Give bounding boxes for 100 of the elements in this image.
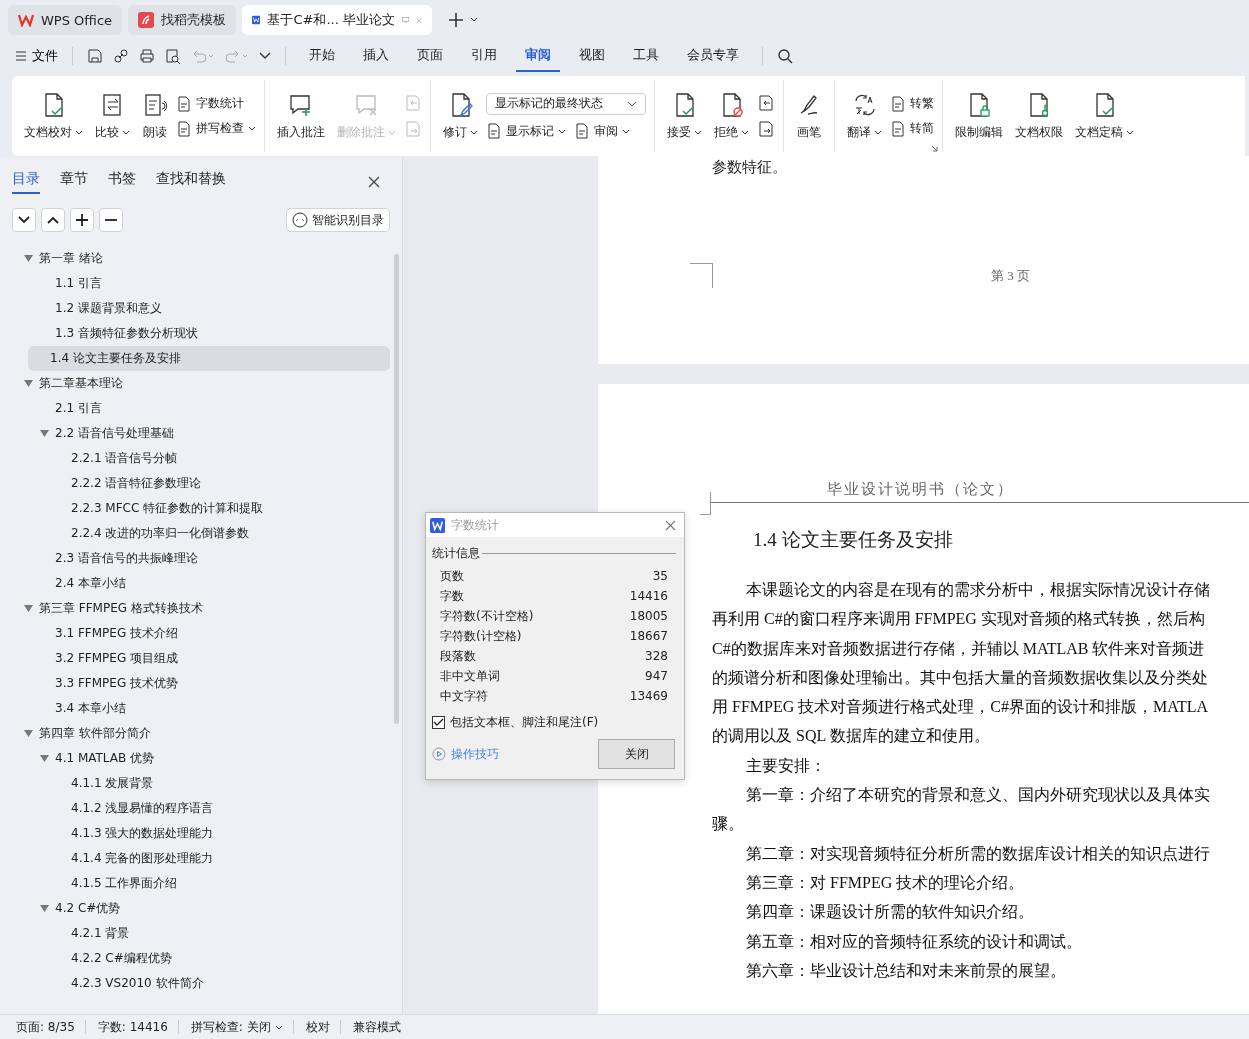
ribbon-button[interactable]: 拒绝: [710, 89, 753, 143]
outline-item[interactable]: 2.4 本章小结: [0, 571, 390, 596]
file-menu-button[interactable]: 文件: [16, 47, 58, 65]
dialog-launcher-icon[interactable]: [931, 145, 938, 152]
document-arrow-icon[interactable]: [757, 94, 775, 112]
ribbon-tab[interactable]: 插入: [354, 40, 398, 72]
smart-toc-button[interactable]: 智能识别目录: [286, 208, 390, 232]
ribbon-button[interactable]: 修订: [439, 89, 482, 143]
ribbon-button[interactable]: 文档权限: [1011, 89, 1067, 143]
markup-display-dropdown[interactable]: 显示标记的最终状态: [486, 92, 646, 115]
ribbon-small-button[interactable]: 转简: [890, 120, 934, 137]
ribbon-tab[interactable]: 审阅: [516, 40, 560, 72]
new-tab-icon[interactable]: [448, 12, 479, 28]
outline-item[interactable]: 第二章基本理论: [0, 371, 390, 396]
checkbox[interactable]: [432, 716, 445, 729]
ribbon-tab[interactable]: 工具: [624, 40, 668, 72]
ribbon-small-button[interactable]: 字数统计: [176, 95, 256, 112]
print-preview-icon[interactable]: [165, 48, 181, 64]
outline-item[interactable]: 3.4 本章小结: [0, 696, 390, 721]
ribbon-button[interactable]: 文档定稿: [1071, 89, 1138, 143]
ribbon-button[interactable]: 翻译: [843, 89, 886, 143]
outline-item[interactable]: 1.3 音频特征参数分析现状: [0, 321, 390, 346]
ribbon-tab[interactable]: 会员专享: [678, 40, 748, 72]
link-icon[interactable]: [113, 48, 129, 64]
outline-item[interactable]: 3.1 FFMPEG 技术介绍: [0, 621, 390, 646]
outline-item[interactable]: 第四章 软件部分简介: [0, 721, 390, 746]
expand-arrow-icon[interactable]: [24, 255, 33, 262]
outline-item[interactable]: 4.1.5 工作界面介绍: [0, 871, 390, 896]
search-icon[interactable]: [777, 48, 793, 64]
outline-item[interactable]: 4.2.1 背景: [0, 921, 390, 946]
ribbon-button[interactable]: 限制编辑: [951, 89, 1007, 143]
outline-item[interactable]: 1.2 课题背景和意义: [0, 296, 390, 321]
ribbon-small-button[interactable]: 转繁: [890, 95, 934, 112]
outline-item[interactable]: 3.2 FFMPEG 项目组成: [0, 646, 390, 671]
outline-item[interactable]: 1.4 论文主要任务及安排: [28, 346, 390, 371]
ribbon-tab[interactable]: 视图: [570, 40, 614, 72]
outline-item[interactable]: 2.2.3 MFCC 特征参数的计算和提取: [0, 496, 390, 521]
ribbon-small-button[interactable]: 显示标记: [486, 122, 566, 140]
tips-link[interactable]: 操作技巧: [432, 745, 499, 763]
document-arrow-icon[interactable]: [757, 120, 775, 138]
ribbon-tab[interactable]: 开始: [300, 40, 344, 72]
expand-down-button[interactable]: [12, 208, 36, 232]
close-button[interactable]: 关闭: [598, 739, 675, 769]
status-item[interactable]: 页面: 8/35: [16, 1018, 85, 1036]
status-item[interactable]: 校对: [305, 1018, 340, 1036]
outline-item[interactable]: 2.3 语音信号的共振峰理论: [0, 546, 390, 571]
ribbon-button[interactable]: 比较: [91, 89, 134, 143]
outline-item[interactable]: 2.2.2 语音特征参数理论: [0, 471, 390, 496]
body-text: 第二章：对实现音频特征分析所需的数据库设计相关的知识点进行: [745, 843, 1210, 864]
outline-item[interactable]: 4.1.3 强大的数据处理能力: [0, 821, 390, 846]
expand-arrow-icon[interactable]: [24, 380, 33, 387]
outline-item[interactable]: 4.2.2 C#编程优势: [0, 946, 390, 971]
expand-arrow-icon[interactable]: [40, 905, 49, 912]
outline-item[interactable]: 2.1 引言: [0, 396, 390, 421]
expand-arrow-icon[interactable]: [40, 430, 49, 437]
ribbon-button[interactable]: 朗读: [138, 89, 172, 143]
panel-tab[interactable]: 目录: [12, 170, 40, 194]
outline-item[interactable]: 第三章 FFMPEG 格式转换技术: [0, 596, 390, 621]
document-tab[interactable]: 找稻壳模板: [128, 5, 237, 35]
close-icon[interactable]: [368, 176, 380, 188]
status-item[interactable]: 拼写检查: 关闭: [190, 1018, 293, 1036]
expand-arrow-icon[interactable]: [40, 755, 49, 762]
outline-item[interactable]: 4.2 C#优势: [0, 896, 390, 921]
document-tab[interactable]: WPS Office: [8, 5, 123, 35]
ribbon-tab[interactable]: 引用: [462, 40, 506, 72]
panel-tab[interactable]: 章节: [60, 170, 88, 194]
outline-item[interactable]: 3.3 FFMPEG 技术优势: [0, 671, 390, 696]
status-item[interactable]: 字数: 14416: [97, 1018, 178, 1036]
more-caret-icon[interactable]: [259, 52, 271, 60]
outline-item[interactable]: 4.1.2 浅显易懂的程序语言: [0, 796, 390, 821]
small-document-icon: [890, 95, 906, 112]
close-icon[interactable]: [665, 519, 676, 531]
ribbon-button[interactable]: 接受: [663, 89, 706, 143]
outline-item[interactable]: 2.2.4 改进的功率归一化倒谱参数: [0, 521, 390, 546]
ribbon-small-button[interactable]: 审阅: [574, 122, 630, 140]
status-item[interactable]: 兼容模式: [352, 1018, 411, 1036]
outline-item[interactable]: 1.1 引言: [0, 271, 390, 296]
ribbon-button[interactable]: 插入批注: [273, 89, 329, 143]
outline-item[interactable]: 4.1.1 发展背景: [0, 771, 390, 796]
outline-item[interactable]: 4.1.4 完备的图形处理能力: [0, 846, 390, 871]
outline-item[interactable]: 4.1 MATLAB 优势: [0, 746, 390, 771]
outline-item[interactable]: 第一章 绪论: [0, 246, 390, 271]
collapse-up-button[interactable]: [41, 208, 65, 232]
outline-item[interactable]: 2.2 语音信号处理基础: [0, 421, 390, 446]
remove-button[interactable]: [99, 208, 123, 232]
panel-tab[interactable]: 书签: [108, 170, 136, 194]
include-checkbox[interactable]: 包括文本框、脚注和尾注(F): [432, 714, 676, 731]
ribbon-tab[interactable]: 页面: [408, 40, 452, 72]
ribbon-button[interactable]: 画笔: [792, 89, 826, 143]
panel-tab[interactable]: 查找和替换: [156, 170, 226, 194]
save-icon[interactable]: [87, 48, 103, 64]
add-button[interactable]: [70, 208, 94, 232]
outline-item[interactable]: 4.2.3 VS2010 软件简介: [0, 971, 390, 996]
print-icon[interactable]: [139, 48, 155, 64]
scrollbar-thumb[interactable]: [394, 254, 399, 724]
expand-arrow-icon[interactable]: [24, 730, 33, 737]
expand-arrow-icon[interactable]: [24, 605, 33, 612]
ribbon-button[interactable]: 文档校对: [20, 89, 87, 143]
ribbon-small-button[interactable]: 拼写检查: [176, 120, 256, 137]
outline-item[interactable]: 2.2.1 语音信号分帧: [0, 446, 390, 471]
